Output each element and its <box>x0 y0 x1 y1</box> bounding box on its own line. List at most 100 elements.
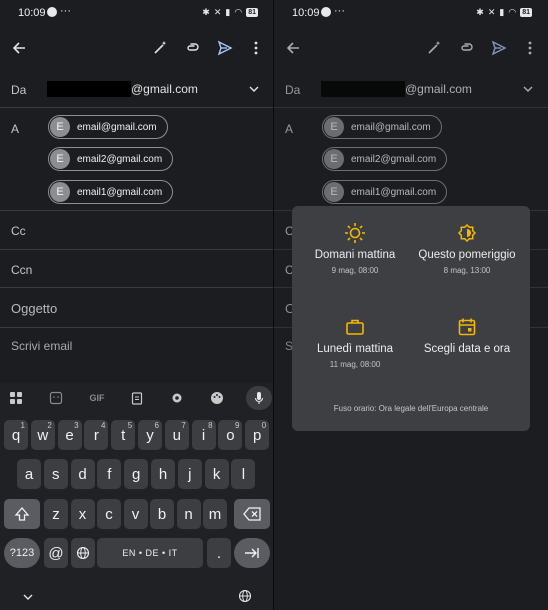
attach-icon[interactable] <box>183 38 203 58</box>
key-label: v <box>131 505 140 523</box>
gear-icon[interactable] <box>169 390 185 406</box>
bcc-field[interactable]: Ccn <box>0 250 274 288</box>
telegram-icon <box>47 7 57 17</box>
subject-field[interactable]: Oggetto <box>0 288 274 328</box>
briefcase-icon <box>300 316 410 338</box>
recipient-chip[interactable]: E email@gmail.com <box>48 115 168 139</box>
shift-key[interactable] <box>4 499 40 529</box>
from-domain: @gmail.com <box>131 82 198 96</box>
key-s[interactable]: s <box>43 459 68 489</box>
to-field[interactable]: A E email@gmail.com E email2@gmail.com E… <box>274 108 548 211</box>
period-key[interactable]: . <box>207 538 231 568</box>
avatar: E <box>50 149 70 169</box>
recipient-chip[interactable]: E email2@gmail.com <box>322 147 448 171</box>
chevron-down-icon[interactable] <box>522 82 534 100</box>
key-z[interactable]: z <box>44 499 68 529</box>
key-g[interactable]: g <box>124 459 149 489</box>
key-a[interactable]: a <box>17 459 41 489</box>
to-label: A <box>11 122 20 136</box>
gif-button[interactable]: GIF <box>86 390 108 406</box>
back-arrow-icon[interactable] <box>9 38 29 58</box>
send-icon[interactable] <box>489 38 509 58</box>
key-q[interactable]: q1 <box>4 420 28 450</box>
mic-icon[interactable] <box>251 390 267 406</box>
key-j[interactable]: j <box>177 459 202 489</box>
at-key[interactable]: @ <box>44 538 68 568</box>
key-y[interactable]: y6 <box>138 420 162 450</box>
wifi-icon: ◠ <box>508 7 517 17</box>
option-pick-date-time[interactable]: Scegli data e ora <box>412 316 522 356</box>
key-f[interactable]: f <box>97 459 122 489</box>
status-time: 10:09 <box>18 7 46 19</box>
attach-icon[interactable] <box>457 38 477 58</box>
key-hint: 3 <box>74 421 79 430</box>
backspace-key[interactable] <box>234 499 270 529</box>
key-k[interactable]: k <box>204 459 229 489</box>
next-key[interactable] <box>234 538 270 568</box>
key-b[interactable]: b <box>150 499 174 529</box>
option-tomorrow-morning[interactable]: Domani mattina 9 mag, 08:00 <box>300 222 410 275</box>
option-monday-morning[interactable]: Lunedì mattina 11 mag, 08:00 <box>300 316 410 369</box>
recipient-chip[interactable]: E email1@gmail.com <box>48 180 174 204</box>
key-label: l <box>241 465 246 483</box>
from-field[interactable]: Da @gmail.com <box>0 70 274 108</box>
key-e[interactable]: e3 <box>57 420 82 450</box>
back-arrow-icon[interactable] <box>283 38 303 58</box>
more-vert-icon[interactable] <box>520 38 540 58</box>
more-vert-icon[interactable] <box>246 38 266 58</box>
chevron-down-icon[interactable] <box>22 590 34 608</box>
to-field[interactable]: A E email@gmail.com E email2@gmail.com E… <box>0 108 274 211</box>
key-i[interactable]: i8 <box>191 420 216 450</box>
from-domain: @gmail.com <box>405 82 472 96</box>
bluetooth-icon: ✱ <box>476 7 484 17</box>
key-label: n <box>184 505 193 523</box>
globe-key[interactable] <box>71 538 95 568</box>
key-t[interactable]: t5 <box>111 420 136 450</box>
symbols-key[interactable]: ?123 <box>4 538 40 568</box>
cc-field[interactable]: Cc <box>0 211 274 250</box>
body-field[interactable]: Scrivi email <box>11 339 72 353</box>
status-bar: 10:09 ··· ✱ ✕ ▮ ◠ 81 <box>0 0 274 26</box>
from-field[interactable]: Da @gmail.com <box>274 70 548 108</box>
key-n[interactable]: n <box>176 499 201 529</box>
recipient-chip[interactable]: E email@gmail.com <box>322 115 442 139</box>
key-m[interactable]: m <box>203 499 227 529</box>
clipboard-icon[interactable] <box>129 390 145 406</box>
to-label: A <box>285 122 294 136</box>
key-w[interactable]: w2 <box>30 420 55 450</box>
chevron-down-icon[interactable] <box>248 82 260 100</box>
key-d[interactable]: d <box>70 459 95 489</box>
apps-grid-icon[interactable] <box>8 390 24 406</box>
bcc-label: Ccn <box>11 263 33 277</box>
key-v[interactable]: v <box>123 499 148 529</box>
key-label: o <box>226 426 235 444</box>
key-l[interactable]: l <box>231 459 256 489</box>
key-u[interactable]: u7 <box>164 420 189 450</box>
magic-wand-icon[interactable] <box>424 38 444 58</box>
recipient-email: email2@gmail.com <box>77 153 163 165</box>
key-label: y <box>146 426 154 444</box>
option-datetime: 9 mag, 08:00 <box>331 266 379 275</box>
key-h[interactable]: h <box>151 459 175 489</box>
key-c[interactable]: c <box>97 499 121 529</box>
recipient-chip[interactable]: E email2@gmail.com <box>48 147 174 171</box>
send-icon[interactable] <box>215 38 235 58</box>
palette-icon[interactable] <box>209 390 225 406</box>
keyboard-nav-bar <box>0 584 274 610</box>
key-hint: 5 <box>127 421 133 430</box>
magic-wand-icon[interactable] <box>150 38 170 58</box>
option-this-afternoon[interactable]: Questo pomeriggio 8 mag, 13:00 <box>412 222 522 275</box>
key-o[interactable]: o9 <box>218 420 243 450</box>
globe-icon[interactable] <box>238 589 252 608</box>
key-label: d <box>78 465 87 483</box>
key-p[interactable]: p0 <box>245 420 270 450</box>
key-label: b <box>157 505 167 523</box>
key-x[interactable]: x <box>70 499 95 529</box>
recipient-email: email1@gmail.com <box>351 186 437 198</box>
avatar: E <box>50 182 70 202</box>
recipient-chip[interactable]: E email1@gmail.com <box>322 180 448 204</box>
space-key[interactable]: EN • DE • IT <box>97 538 203 568</box>
key-r[interactable]: r4 <box>84 420 109 450</box>
telegram-icon <box>321 7 331 17</box>
sticker-icon[interactable] <box>48 390 64 406</box>
